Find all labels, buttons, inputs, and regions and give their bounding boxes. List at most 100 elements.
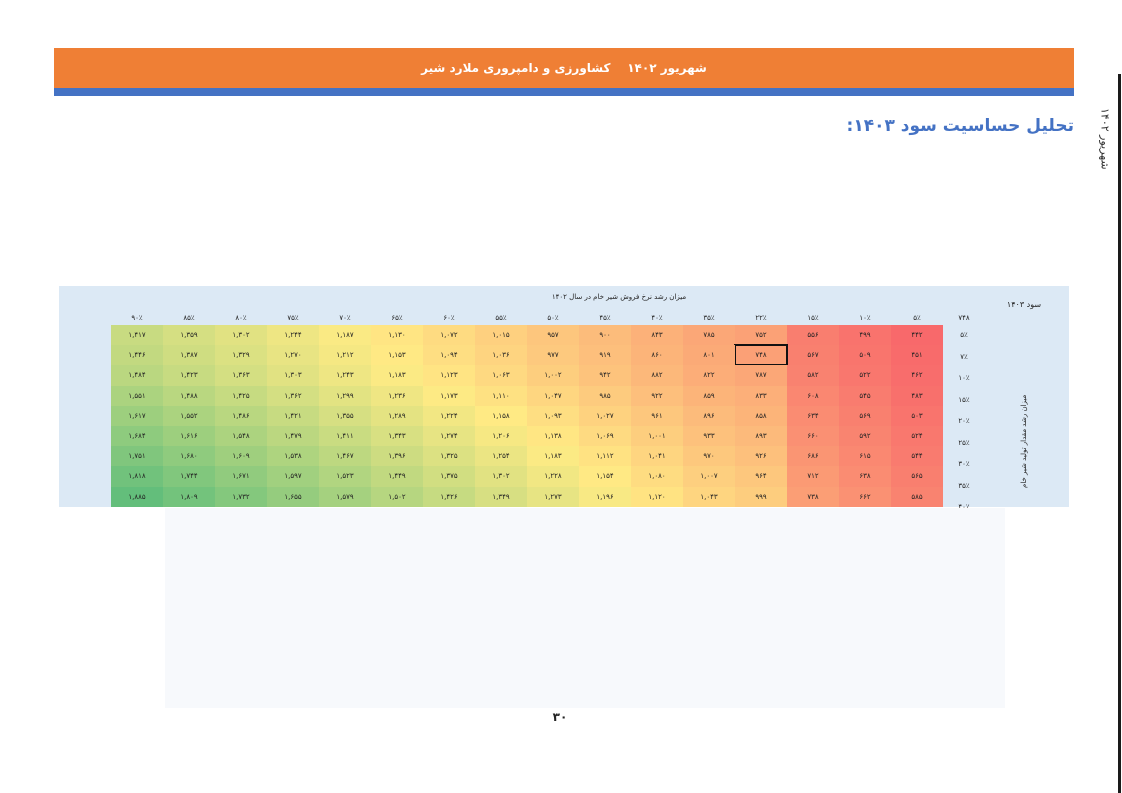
table-cell: ۱,۱۱۰ (475, 385, 527, 406)
table-cell: ۵۲۴ (891, 426, 943, 447)
table-cell: ۱,۰۸۰ (631, 466, 683, 487)
table-cell: ۱,۳۶۲ (267, 385, 319, 406)
table-cell: ۷۸۵ (683, 325, 735, 346)
table-cell: ۱,۰۰۲ (527, 365, 579, 386)
table-cell: ۱,۳۲۹ (215, 345, 267, 366)
table-cell: ۸۲۲ (683, 365, 735, 386)
table-cell: ۱,۳۰۳ (267, 365, 319, 386)
table-cell: ۶۶۲ (839, 486, 891, 507)
table-cell: ۱,۸۱۸ (111, 466, 163, 487)
table-cell: ۱,۱۵۳ (371, 345, 423, 366)
table-cell: ۱,۲۲۴ (423, 405, 475, 426)
table-cell: ۱,۳۸۷ (163, 345, 215, 366)
table-cell: ۱,۲۵۴ (475, 446, 527, 467)
table-cell: ۱,۰۱۵ (475, 325, 527, 346)
table-cell: ۱,۲۳۶ (371, 385, 423, 406)
row-header: ۲۵٪ (958, 438, 970, 447)
table-cell: ۴۹۹ (839, 325, 891, 346)
table-cell: ۵۲۲ (839, 365, 891, 386)
table-cell: ۱,۳۹۶ (371, 446, 423, 467)
column-header: ۷۰٪ (339, 314, 351, 322)
table-cell: ۱,۳۰۲ (215, 325, 267, 346)
table-cell: ۱,۶۸۴ (111, 426, 163, 447)
column-header: ۶۵٪ (391, 314, 403, 322)
table-cell: ۱,۲۷۰ (267, 345, 319, 366)
table-cell: ۱,۱۸۳ (527, 446, 579, 467)
table-cell: ۱,۱۳۰ (371, 325, 423, 346)
table-cell: ۹۳۳ (683, 426, 735, 447)
table-cell: ۱,۴۴۹ (371, 466, 423, 487)
column-header: ۲۲٪ (755, 314, 767, 322)
table-cell: ۱,۴۸۸ (163, 385, 215, 406)
table-cell: ۹۷۰ (683, 446, 735, 467)
table-cell: ۶۰۸ (787, 385, 839, 406)
table-cell: ۱,۳۷۵ (423, 466, 475, 487)
table-cell: ۱,۱۹۶ (579, 486, 631, 507)
table-cell: ۱,۳۴۳ (371, 426, 423, 447)
table-cell: ۷۳۸ (787, 486, 839, 507)
table-cell: ۹۱۹ (579, 345, 631, 366)
table-cell: ۹۹۹ (735, 486, 787, 507)
table-cell: ۱,۱۲۳ (423, 365, 475, 386)
table-cell: ۱,۲۰۶ (475, 426, 527, 447)
table-cell: ۴۴۲ (891, 325, 943, 346)
table-cell: ۵۴۴ (891, 446, 943, 467)
table-cell: ۵۹۲ (839, 426, 891, 447)
background-band (165, 508, 1005, 708)
table-caption: میزان رشد نرخ فروش شیر خام در سال ۱۴۰۲ (551, 293, 687, 301)
table-cell: ۹۲۲ (631, 385, 683, 406)
header-bar: شهریور ۱۴۰۲ کشاورزی و دامپروری ملارد شیر (54, 48, 1074, 88)
column-header: ۳۵٪ (703, 314, 715, 322)
table-cell: ۹۶۱ (631, 405, 683, 426)
table-cell: ۱,۶۰۹ (215, 446, 267, 467)
table-cell: ۹۷۷ (527, 345, 579, 366)
table-cell: ۴۵۱ (891, 345, 943, 366)
table-cell: ۱,۲۱۲ (319, 345, 371, 366)
table-cell: ۱,۱۷۳ (423, 385, 475, 406)
table-cell: ۹۴۲ (579, 365, 631, 386)
table-cell: ۴۸۳ (891, 385, 943, 406)
table-cell: ۶۳۸ (839, 466, 891, 487)
table-cell: ۱,۴۱۱ (319, 426, 371, 447)
table-cell: ۹۸۵ (579, 385, 631, 406)
table-cell: ۱,۰۶۳ (475, 365, 527, 386)
table-cell: ۱,۴۲۳ (163, 365, 215, 386)
table-cell: ۱,۱۲۰ (631, 486, 683, 507)
table-cell: ۱,۴۲۵ (215, 385, 267, 406)
table-cell: ۱,۶۱۶ (163, 426, 215, 447)
table-cell: ۵۰۹ (839, 345, 891, 366)
row-header: ۳۵٪ (958, 481, 970, 490)
column-header: ۸۰٪ (235, 314, 247, 322)
side-rule (1118, 74, 1121, 793)
column-header: ۵۰٪ (547, 314, 559, 322)
table-cell: ۱,۴۸۶ (215, 405, 267, 426)
table-cell: ۹۶۴ (735, 466, 787, 487)
table-cell: ۱,۰۹۳ (527, 405, 579, 426)
table-cell: ۱,۱۸۳ (371, 365, 423, 386)
table-cell: ۱,۰۴۱ (631, 446, 683, 467)
table-cell: ۱,۴۱۷ (111, 325, 163, 346)
table-cell: ۷۴۸ (734, 344, 788, 367)
table-cell: ۱,۳۵۵ (319, 405, 371, 426)
table-cell: ۵۶۹ (839, 405, 891, 426)
table-cell: ۸۸۲ (631, 365, 683, 386)
row-header: ۲۰٪ (958, 417, 970, 425)
section-title: تحلیل حساسیت سود ۱۴۰۳: (846, 116, 1074, 136)
table-cell: ۶۶۰ (787, 426, 839, 447)
table-cell: ۵۴۵ (839, 385, 891, 406)
table-cell: ۶۸۶ (787, 446, 839, 467)
table-cell: ۱,۳۴۹ (475, 486, 527, 507)
row-header: ۱۵٪ (958, 395, 970, 404)
column-header: ۶۰٪ (443, 314, 455, 322)
table-cell: ۱,۲۴۳ (319, 365, 371, 386)
table-cell: ۸۳۳ (735, 385, 787, 406)
table-cell: ۱,۵۵۲ (163, 405, 215, 426)
table-cell: ۷۸۷ (735, 365, 787, 386)
table-cell: ۱,۱۸۷ (319, 325, 371, 346)
table-cell: ۱,۳۰۲ (475, 466, 527, 487)
table-cell: ۱,۷۴۴ (163, 466, 215, 487)
table-cell: ۸۰۱ (683, 345, 735, 366)
table-cell: ۹۲۶ (735, 446, 787, 467)
table-cell: ۱,۲۷۳ (527, 486, 579, 507)
table-cell: ۱,۲۴۴ (267, 325, 319, 346)
